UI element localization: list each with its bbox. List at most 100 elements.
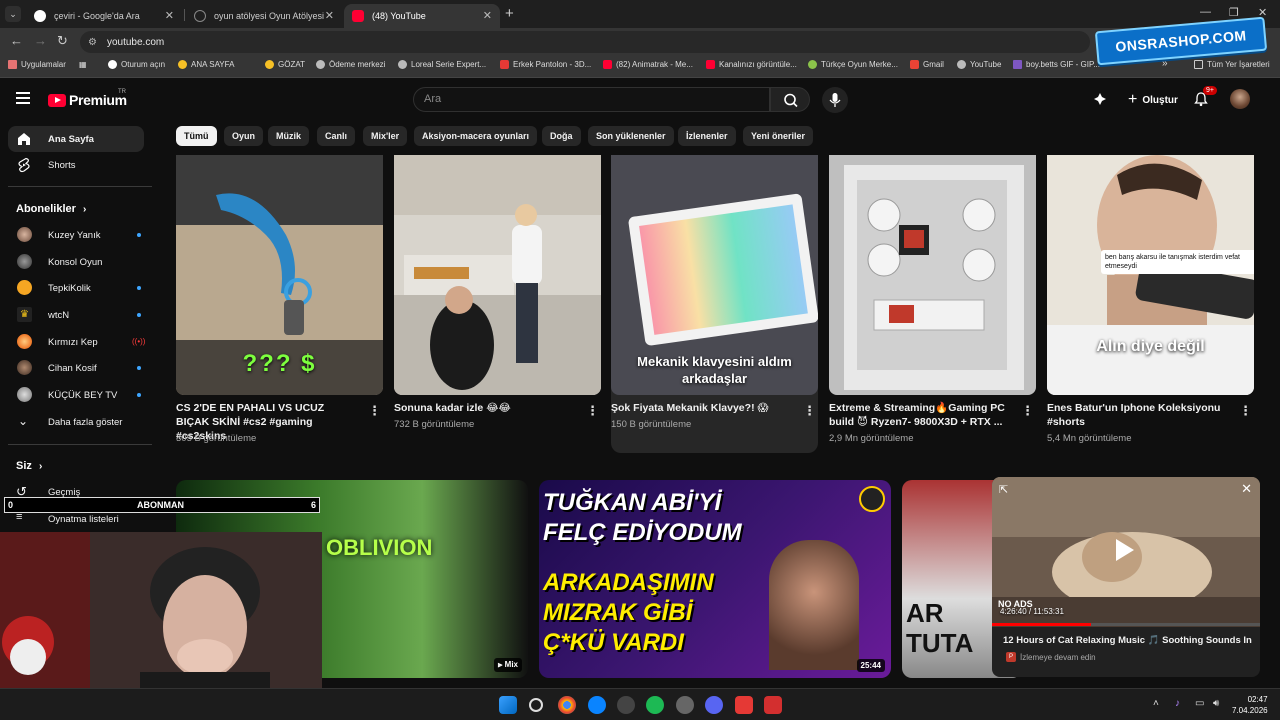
site-info-icon[interactable]: ⚙ xyxy=(88,37,97,48)
ai-sparkle-icon[interactable] xyxy=(1093,92,1107,106)
grid-icon[interactable]: ▦ xyxy=(79,60,87,69)
back-icon[interactable]: ← xyxy=(10,33,23,48)
more-options-icon[interactable]: ⋮ xyxy=(1021,403,1034,419)
search-icon[interactable] xyxy=(529,698,543,712)
bookmark-item[interactable]: Oturum açın xyxy=(108,60,165,69)
app-icon[interactable] xyxy=(764,696,782,714)
mini-player-video[interactable]: NO ADS 4:26:40 / 11:53:31 ⇱ ✕ xyxy=(992,477,1260,627)
bookmark-item[interactable]: GÖZAT xyxy=(265,60,305,69)
chip[interactable]: Oyun xyxy=(224,126,264,146)
steam-icon[interactable] xyxy=(676,696,694,714)
bookmark-item[interactable]: YouTube xyxy=(957,60,1001,69)
mini-player-title[interactable]: 12 Hours of Cat Relaxing Music 🎵 Soothin… xyxy=(1003,635,1253,646)
app-icon[interactable] xyxy=(588,696,606,714)
bookmark-item[interactable]: Erkek Pantolon - 3D... xyxy=(500,60,591,69)
chip[interactable]: İzlenenler xyxy=(678,126,736,146)
tray-overflow-icon[interactable]: ˄ xyxy=(1153,698,1159,709)
chip[interactable]: Son yüklenenler xyxy=(588,126,674,146)
show-more-button[interactable]: ⌄ Daha fazla göster xyxy=(8,409,144,435)
chip[interactable]: Müzik xyxy=(268,126,310,146)
close-icon[interactable]: ✕ xyxy=(1241,481,1252,497)
volume-icon[interactable]: 🔊︎ xyxy=(1213,698,1219,709)
network-icon[interactable]: ▭ xyxy=(1195,698,1204,709)
chip[interactable]: Canlı xyxy=(317,126,356,146)
restore-icon[interactable]: ❐ xyxy=(1229,6,1239,19)
windows-start-icon[interactable] xyxy=(499,696,517,714)
short-thumbnail[interactable]: Mekanik klavyesini aldım arkadaşlar xyxy=(611,155,818,395)
more-options-icon[interactable]: ⋮ xyxy=(586,403,599,419)
bookmark-item[interactable]: Türkçe Oyun Merke... xyxy=(808,60,898,69)
you-header[interactable]: Siz › xyxy=(16,460,42,472)
mini-player[interactable]: NO ADS 4:26:40 / 11:53:31 ⇱ ✕ 12 Hours o… xyxy=(992,477,1260,677)
chip-all[interactable]: Tümü xyxy=(176,126,217,146)
bookmark-item[interactable]: boy.betts GIF - GIP... xyxy=(1013,60,1100,69)
more-options-icon[interactable]: ⋮ xyxy=(368,403,381,419)
spotify-icon[interactable] xyxy=(646,696,664,714)
sidebar-sub-item[interactable]: Kuzey Yanık xyxy=(8,222,144,248)
short-thumbnail[interactable]: ben barış akarsu ile tanışmak isterdim v… xyxy=(1047,155,1254,395)
bookmark-item[interactable]: Ödeme merkezi xyxy=(316,60,385,69)
mic-icon[interactable]: ♪ xyxy=(1175,698,1180,709)
bookmark-apps[interactable]: Uygulamalar xyxy=(8,60,66,69)
bookmark-item[interactable]: Gmail xyxy=(910,60,944,69)
expand-icon[interactable]: ⇱ xyxy=(999,483,1008,496)
bookmark-item[interactable]: ANA SAYFA xyxy=(178,60,234,69)
sidebar-sub-item[interactable]: ♛ wtcN xyxy=(8,302,144,328)
more-options-icon[interactable]: ⋮ xyxy=(1239,403,1252,419)
search-input[interactable]: Ara xyxy=(413,87,770,112)
short-title[interactable]: Enes Batur'un Iphone Koleksiyonu #shorts xyxy=(1047,401,1227,429)
sidebar-item-shorts[interactable]: Shorts xyxy=(8,152,144,178)
sidebar-sub-item[interactable]: Cihan Kosif xyxy=(8,355,144,381)
short-card[interactable]: ??? $ CS 2'DE EN PAHALI VS UCUZ BIÇAK SK… xyxy=(176,155,383,444)
more-options-icon[interactable]: ⋮ xyxy=(803,403,816,419)
all-bookmarks[interactable]: Tüm Yer İşaretleri xyxy=(1194,60,1270,69)
tab-youtube[interactable]: (48) YouTube ✕ xyxy=(344,4,500,28)
sidebar-sub-item[interactable]: Kırmızı Kep ((•)) xyxy=(8,329,145,355)
video-thumbnail[interactable]: TUĞKAN ABİ'Yİ FELÇ EDİYODUM ARKADAŞIMIN … xyxy=(539,480,891,678)
reload-icon[interactable]: ↻ xyxy=(57,33,68,49)
tab-google-search[interactable]: çeviri - Google'da Ara ✕ xyxy=(26,4,182,28)
app-icon[interactable] xyxy=(617,696,635,714)
chip[interactable]: Doğa xyxy=(542,126,581,146)
subscriptions-header[interactable]: Abonelikler › xyxy=(16,203,86,215)
sidebar-sub-item[interactable]: KÜÇÜK BEY TV xyxy=(8,382,144,408)
sidebar-item-home[interactable]: Ana Sayfa xyxy=(8,126,144,152)
short-title[interactable]: Extreme & Streaming🔥Gaming PC build 😈 Ry… xyxy=(829,401,1009,429)
taskbar-clock[interactable]: 02:47 7.04.2026 xyxy=(1232,694,1268,716)
sidebar-sub-item[interactable]: Konsol Oyun xyxy=(8,249,144,275)
discord-icon[interactable] xyxy=(705,696,723,714)
close-tab-icon[interactable]: ✕ xyxy=(483,9,492,22)
voice-search-button[interactable] xyxy=(822,87,848,113)
chip[interactable]: Yeni öneriler xyxy=(743,126,814,146)
play-icon[interactable] xyxy=(1116,539,1134,561)
tab-search-button[interactable]: ⌄ xyxy=(5,6,21,22)
chip[interactable]: Aksiyon-macera oyunları xyxy=(414,126,538,146)
bookmark-item[interactable]: Loreal Serie Expert... xyxy=(398,60,486,69)
short-thumbnail[interactable]: ??? $ xyxy=(176,155,383,395)
short-thumbnail[interactable] xyxy=(829,155,1036,395)
chip[interactable]: Mix'ler xyxy=(363,126,408,146)
address-bar[interactable]: ⚙ youtube.com xyxy=(80,31,1090,53)
close-tab-icon[interactable]: ✕ xyxy=(165,9,174,22)
hamburger-menu-icon[interactable] xyxy=(16,92,30,104)
new-tab-button[interactable]: + xyxy=(505,5,514,22)
minimize-icon[interactable]: — xyxy=(1200,6,1211,18)
short-title[interactable]: Sonuna kadar izle 😂😂 xyxy=(394,401,574,415)
chrome-icon[interactable] xyxy=(558,696,576,714)
account-avatar[interactable] xyxy=(1230,89,1250,109)
short-card[interactable]: Extreme & Streaming🔥Gaming PC build 😈 Ry… xyxy=(829,155,1036,444)
short-card[interactable]: Sonuna kadar izle 😂😂 732 B görüntüleme ⋮ xyxy=(394,155,601,430)
short-title[interactable]: Şok Fiyata Mekanik Klavye?! 😱 xyxy=(611,401,791,415)
sidebar-sub-item[interactable]: TepkiKolik xyxy=(8,275,144,301)
tab-oyun-atolyesi[interactable]: oyun atölyesi Oyun Atölyesi ✕ xyxy=(186,4,342,28)
short-thumbnail[interactable] xyxy=(394,155,601,395)
close-tab-icon[interactable]: ✕ xyxy=(325,9,334,22)
short-card-hovered[interactable]: Mekanik klavyesini aldım arkadaşlar Şok … xyxy=(611,155,818,453)
bookmark-item[interactable]: (82) Animatrak - Me... xyxy=(603,60,693,69)
forward-icon[interactable]: → xyxy=(34,33,47,48)
bookmark-item[interactable]: Kanalınızı görüntüle... xyxy=(706,60,797,69)
youtube-logo[interactable]: Premium TR xyxy=(48,89,127,108)
app-icon[interactable] xyxy=(735,696,753,714)
progress-bar[interactable] xyxy=(992,623,1260,626)
search-button[interactable] xyxy=(770,87,810,112)
